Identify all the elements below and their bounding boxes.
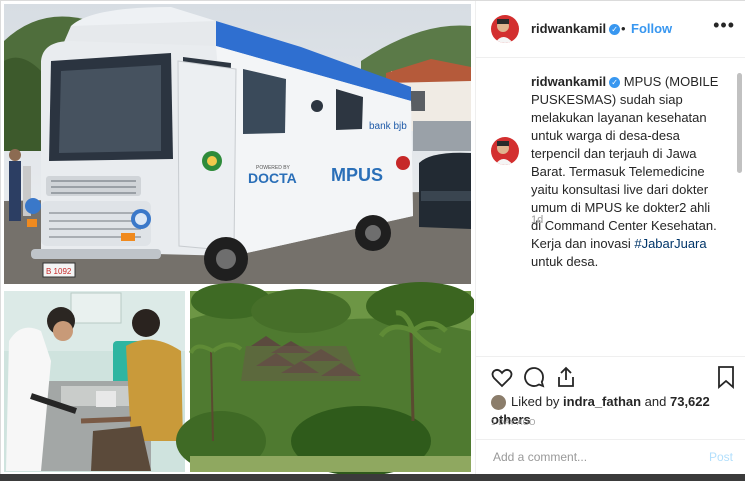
post-header: ridwankamil ✓ • Follow ••• xyxy=(476,1,745,58)
save-bookmark-icon[interactable] xyxy=(714,365,738,389)
username-text[interactable]: ridwankamil xyxy=(531,21,606,36)
share-icon[interactable] xyxy=(554,365,578,389)
comment-bar: Post xyxy=(476,439,745,476)
caption-text: MPUS (MOBILE PUSKESMAS) sudah siap melak… xyxy=(531,74,719,251)
docta-logo: DOCTA xyxy=(248,170,297,186)
avatar[interactable] xyxy=(491,15,519,43)
action-bar xyxy=(476,356,745,397)
comments-scroll-area[interactable]: ridwankamil ✓ MPUS (MOBILE PUSKESMAS) sud… xyxy=(476,58,745,355)
caption-avatar[interactable] xyxy=(491,137,519,165)
bank-bjb-logo: bank bjb xyxy=(369,121,407,132)
caption-timestamp[interactable]: 1d xyxy=(531,214,543,226)
post-modal: B 1092 POWERED BY DOCTA MPUS bank bjb ri… xyxy=(0,0,745,476)
liker-username[interactable]: indra_fathan xyxy=(563,394,641,409)
post-media[interactable]: B 1092 POWERED BY DOCTA MPUS bank bjb xyxy=(1,1,474,475)
post-age[interactable]: 1 DAY AGO xyxy=(491,418,536,427)
follow-button[interactable]: Follow xyxy=(631,21,672,36)
likes-summary: Liked by indra_fathan and 73,622 others xyxy=(491,393,745,427)
liker-avatar[interactable] xyxy=(491,395,506,411)
verified-icon: ✓ xyxy=(609,24,621,36)
window-bottom-edge xyxy=(0,474,745,481)
scrollbar-thumb[interactable] xyxy=(737,73,742,173)
hashtag-link[interactable]: #JabarJuara xyxy=(634,236,706,251)
post-comment-button[interactable]: Post xyxy=(709,450,733,464)
caption-username[interactable]: ridwankamil xyxy=(531,74,606,89)
post-image-collage: B 1092 POWERED BY DOCTA MPUS bank bjb xyxy=(4,4,474,475)
license-plate: B 1092 xyxy=(46,267,72,276)
post-username[interactable]: ridwankamil ✓ xyxy=(531,21,621,36)
like-heart-icon[interactable] xyxy=(490,365,514,389)
mpus-logo: MPUS xyxy=(331,165,383,185)
likes-middle: and xyxy=(641,394,670,409)
caption-verified-icon: ✓ xyxy=(609,77,621,89)
likes-prefix: Liked by xyxy=(511,394,564,409)
caption-text-end: untuk desa. xyxy=(531,254,599,269)
more-options-icon[interactable]: ••• xyxy=(713,15,735,36)
comment-input[interactable] xyxy=(491,449,685,465)
comment-bubble-icon[interactable] xyxy=(522,365,546,389)
post-caption: ridwankamil ✓ MPUS (MOBILE PUSKESMAS) sud… xyxy=(531,73,721,271)
post-side-panel: ridwankamil ✓ • Follow ••• ridwankamil ✓ M… xyxy=(475,1,745,475)
separator-dot: • xyxy=(621,21,626,36)
